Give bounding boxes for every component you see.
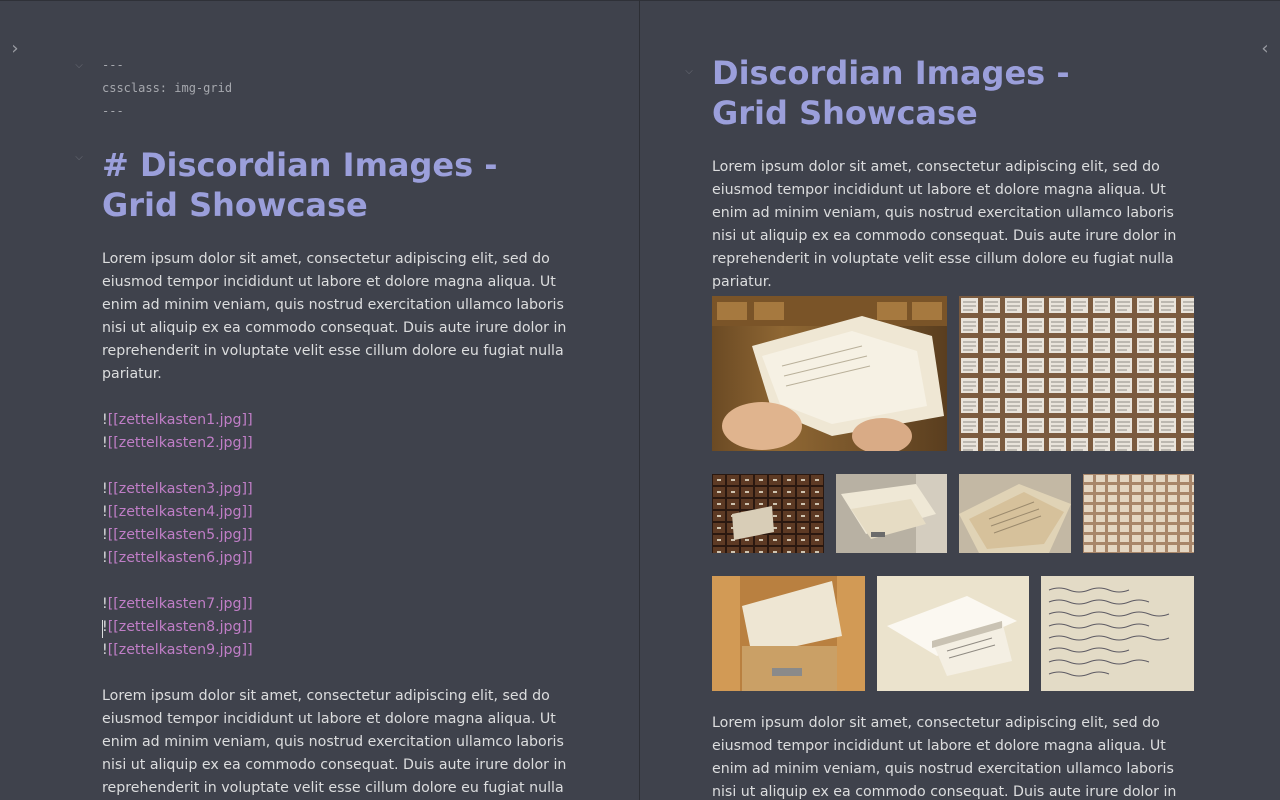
internal-link: [[zettelkasten7.jpg]]: [107, 596, 253, 612]
internal-link: [[zettelkasten1.jpg]]: [107, 412, 253, 428]
grid-image-zettelkasten2[interactable]: [959, 296, 1194, 451]
internal-link: [[zettelkasten5.jpg]]: [107, 527, 253, 543]
embed-line[interactable]: ![[zettelkasten4.jpg]]: [102, 501, 253, 524]
chevron-left-icon[interactable]: ‹: [1256, 38, 1274, 60]
frontmatter-open: ---: [102, 58, 124, 72]
embed-line[interactable]: ![[zettelkasten2.jpg]]: [102, 432, 253, 455]
grid-image-zettelkasten7[interactable]: [712, 576, 865, 691]
chevron-down-icon[interactable]: ⌵: [683, 66, 695, 78]
grid-image-zettelkasten4[interactable]: [836, 474, 947, 553]
editor-pane[interactable]: › ⌵ --- cssclass: img-grid --- ⌵ # Disco…: [0, 0, 639, 800]
preview-paragraph-1: Lorem ipsum dolor sit amet, consectetur …: [712, 159, 1177, 290]
grid-image-zettelkasten9[interactable]: [1041, 576, 1194, 691]
grid-image-zettelkasten5[interactable]: [959, 474, 1071, 553]
chevron-right-icon[interactable]: ›: [6, 38, 24, 60]
internal-link: [[zettelkasten2.jpg]]: [107, 435, 253, 451]
heading-source: # Discordian Images - Grid Showcase: [102, 146, 498, 224]
text-cursor: [102, 620, 103, 638]
preview-pane[interactable]: ‹ ⌵ Discordian Images - Grid Showcase Lo…: [640, 0, 1280, 800]
frontmatter-cssclass: cssclass: img-grid: [102, 81, 233, 95]
preview-heading: Discordian Images - Grid Showcase: [712, 54, 1070, 132]
internal-link: [[zettelkasten4.jpg]]: [107, 504, 253, 520]
embed-line[interactable]: ![[zettelkasten5.jpg]]: [102, 524, 253, 547]
internal-link: [[zettelkasten9.jpg]]: [107, 642, 253, 658]
grid-image-zettelkasten6[interactable]: [1083, 474, 1194, 553]
internal-link: [[zettelkasten6.jpg]]: [107, 550, 253, 566]
editor-paragraph-1: Lorem ipsum dolor sit amet, consectetur …: [102, 251, 567, 382]
embed-line[interactable]: ![[zettelkasten3.jpg]]: [102, 478, 253, 501]
grid-image-zettelkasten8[interactable]: [877, 576, 1029, 691]
grid-image-zettelkasten1[interactable]: [712, 296, 947, 451]
preview-paragraph-2: Lorem ipsum dolor sit amet, consectetur …: [712, 715, 1177, 800]
internal-link: [[zettelkasten3.jpg]]: [107, 481, 253, 497]
embed-line[interactable]: ![[zettelkasten7.jpg]]: [102, 593, 253, 616]
frontmatter-close: ---: [102, 104, 124, 118]
chevron-down-icon[interactable]: ⌵: [73, 60, 85, 72]
chevron-down-icon[interactable]: ⌵: [73, 152, 85, 164]
embed-line[interactable]: ![[zettelkasten1.jpg]]: [102, 409, 253, 432]
grid-image-zettelkasten3[interactable]: [712, 474, 824, 553]
internal-link: [[zettelkasten8.jpg]]: [107, 619, 253, 635]
embed-line[interactable]: ![[zettelkasten9.jpg]]: [102, 639, 253, 662]
editor-paragraph-2: Lorem ipsum dolor sit amet, consectetur …: [102, 688, 567, 796]
embed-line[interactable]: ![[zettelkasten8.jpg]]: [102, 616, 253, 639]
embed-line[interactable]: ![[zettelkasten6.jpg]]: [102, 547, 253, 570]
